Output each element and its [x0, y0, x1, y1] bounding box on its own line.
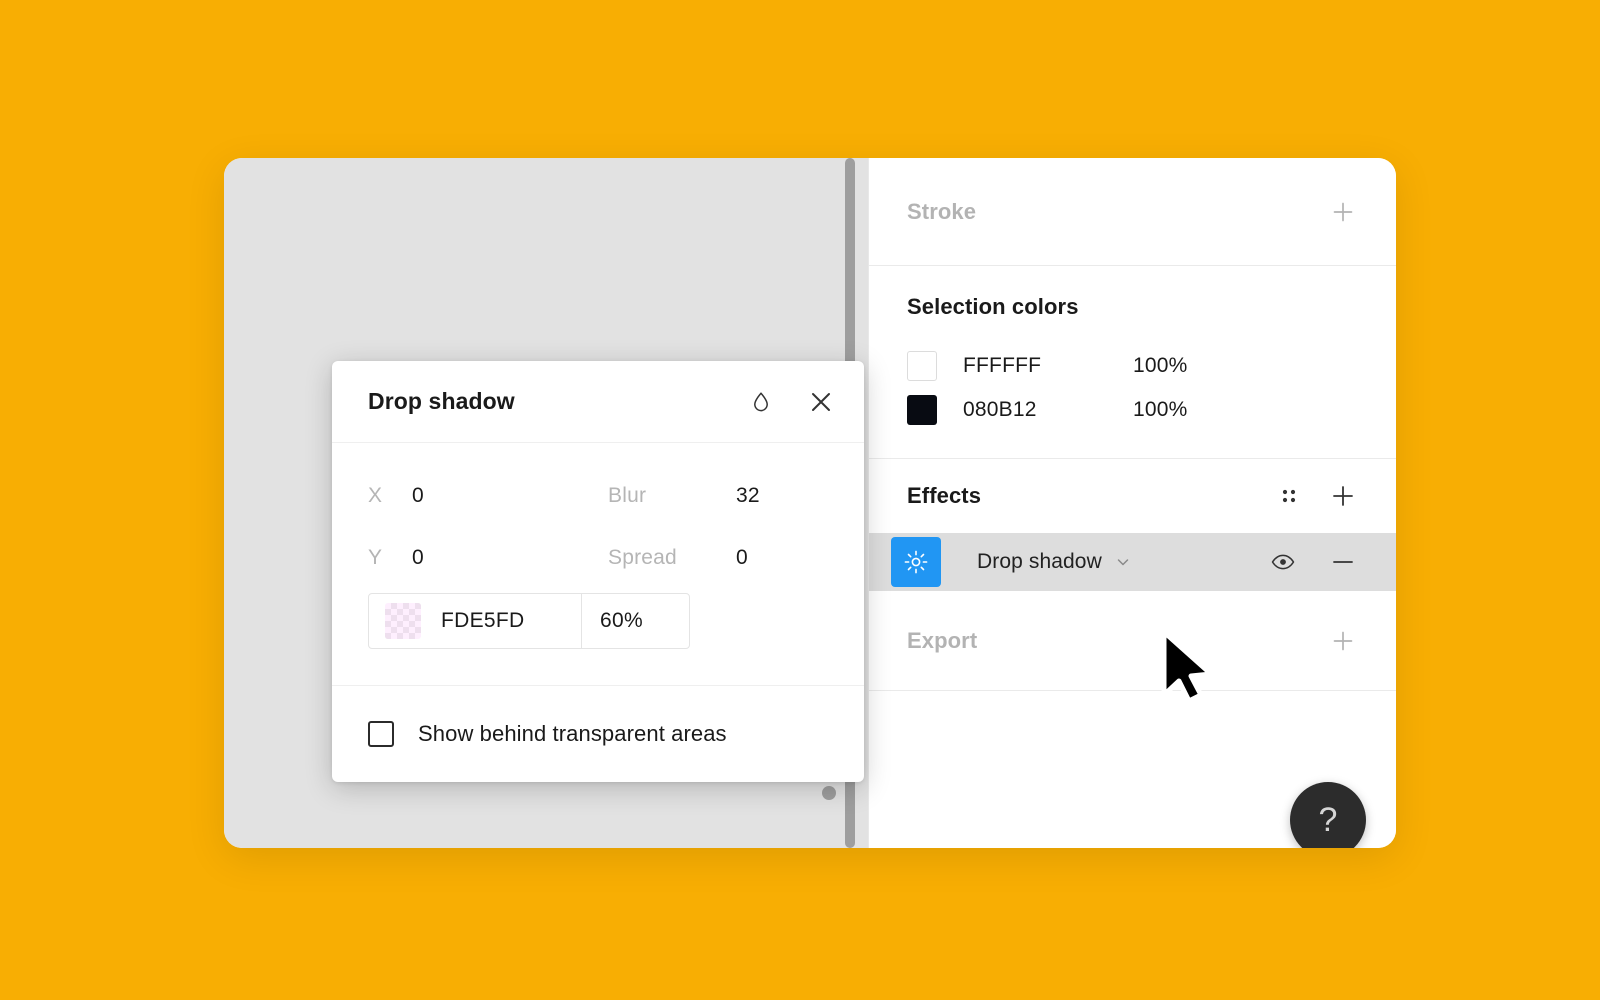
sun-brightness-icon[interactable]: [891, 537, 941, 587]
shadow-opacity-value[interactable]: 60%: [600, 609, 643, 633]
effects-section: Effects Drop shadow: [869, 459, 1396, 591]
close-icon[interactable]: [804, 385, 838, 419]
shadow-color-swatch[interactable]: [385, 603, 421, 639]
export-title: Export: [907, 627, 978, 653]
x-input[interactable]: 0: [412, 484, 608, 508]
question-mark-icon: ?: [1318, 800, 1338, 839]
shadow-color-row: FDE5FD 60%: [332, 589, 864, 659]
blur-label: Blur: [608, 484, 647, 507]
dialog-title: Drop shadow: [368, 388, 515, 414]
droplet-icon[interactable]: [744, 385, 778, 419]
plus-icon[interactable]: [1326, 195, 1360, 229]
minus-icon[interactable]: [1326, 545, 1360, 579]
color-swatch[interactable]: [907, 351, 937, 381]
color-swatch[interactable]: [907, 395, 937, 425]
chevron-down-icon[interactable]: [1114, 553, 1132, 571]
properties-panel: Stroke Selection colors FFFFFF 100% 080B…: [868, 158, 1396, 848]
dialog-header: Drop shadow: [332, 361, 864, 443]
show-behind-transparent-label: Show behind transparent areas: [418, 721, 727, 746]
dialog-fields: X 0 Blur 32 Y 0 Spread 0 FDE5FD 60%: [332, 443, 864, 686]
canvas-scrollbar-thumb-end[interactable]: [822, 786, 836, 800]
show-behind-transparent-checkbox[interactable]: [368, 721, 394, 747]
blur-input[interactable]: 32: [736, 484, 760, 508]
selection-colors-section: Selection colors FFFFFF 100% 080B12 100%: [869, 266, 1396, 459]
drop-shadow-dialog: Drop shadow X 0 Blur 32 Y 0 Spread 0 FDE…: [332, 361, 864, 782]
x-label: X: [368, 484, 383, 507]
stroke-section: Stroke: [869, 158, 1396, 266]
color-hex-label: 080B12: [963, 398, 1037, 421]
spread-label: Spread: [608, 546, 677, 569]
color-opacity-label: 100%: [1133, 398, 1188, 421]
effect-name-label: Drop shadow: [977, 550, 1102, 573]
offset-x-row: X 0 Blur 32: [332, 465, 864, 527]
eye-icon[interactable]: [1266, 545, 1300, 579]
plus-icon[interactable]: [1326, 624, 1360, 658]
offset-y-row: Y 0 Spread 0: [332, 527, 864, 589]
effect-row-drop-shadow[interactable]: Drop shadow: [869, 533, 1396, 591]
spread-input[interactable]: 0: [736, 546, 748, 570]
selection-colors-title: Selection colors: [907, 294, 1079, 319]
effects-header: Effects: [869, 459, 1396, 533]
color-opacity-label: 100%: [1133, 354, 1188, 377]
shadow-color-hex-value[interactable]: FDE5FD: [441, 609, 524, 633]
plus-icon[interactable]: [1326, 479, 1360, 513]
y-label: Y: [368, 546, 383, 569]
help-button[interactable]: ?: [1290, 782, 1366, 848]
export-section: Export: [869, 591, 1396, 691]
shadow-color-fill: [385, 603, 421, 639]
y-input[interactable]: 0: [412, 546, 608, 570]
shadow-opacity-group[interactable]: 60%: [581, 594, 689, 648]
shadow-color-input[interactable]: FDE5FD 60%: [368, 593, 690, 649]
stroke-title: Stroke: [907, 198, 977, 224]
four-dot-grid-icon[interactable]: [1272, 479, 1306, 513]
selection-color-row[interactable]: 080B12 100%: [907, 388, 1358, 432]
shadow-color-hex-group[interactable]: FDE5FD: [369, 594, 581, 648]
effects-title: Effects: [907, 483, 982, 508]
color-hex-label: FFFFFF: [963, 354, 1042, 377]
dialog-footer: Show behind transparent areas: [332, 686, 864, 782]
selection-color-row[interactable]: FFFFFF 100%: [907, 344, 1358, 388]
